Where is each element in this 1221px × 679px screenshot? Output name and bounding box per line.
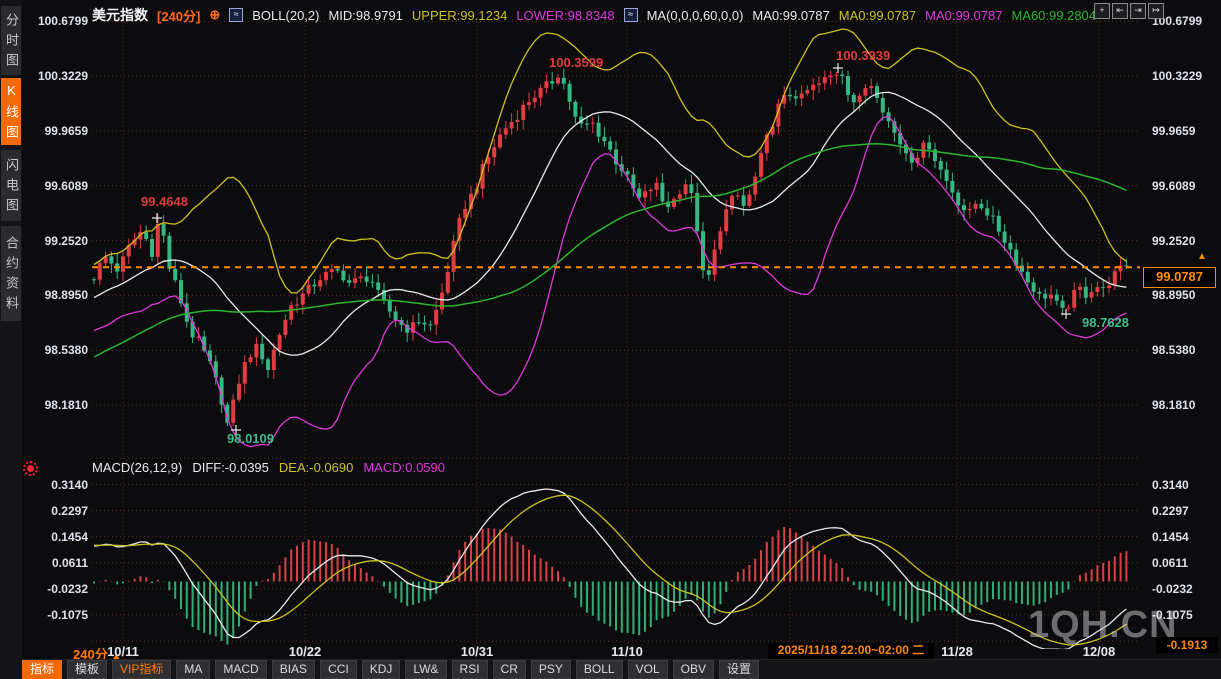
chart-window-buttons: + ⇤ ⇥ ↦ <box>1094 3 1164 19</box>
toolbar-ma-button[interactable]: MA <box>176 660 210 679</box>
price-axis-label: 98.5380 <box>26 343 88 357</box>
x-axis-date: 10/11 <box>98 644 148 659</box>
shift-right-icon[interactable]: ↦ <box>1148 3 1164 19</box>
macd-axis-label: 0.1454 <box>1152 530 1218 544</box>
macd-axis-label: -0.0232 <box>1152 582 1218 596</box>
price-axis-label: 99.2520 <box>26 234 88 248</box>
price-axis-label: 99.6089 <box>26 179 88 193</box>
boll-indicator-icon[interactable]: ≈ <box>229 8 243 22</box>
toolbar-lw-button[interactable]: LW& <box>405 660 446 679</box>
price-axis-label: 98.5380 <box>1152 343 1218 357</box>
price-axis-label: 98.1810 <box>1152 398 1218 412</box>
toolbar-bias-button[interactable]: BIAS <box>272 660 315 679</box>
toolbar-cci-button[interactable]: CCI <box>320 660 357 679</box>
sidebar-tab-kline-chart[interactable]: K线图 <box>1 78 21 145</box>
toolbar-rsi-button[interactable]: RSI <box>452 660 488 679</box>
price-axis-label: 100.6799 <box>26 14 88 28</box>
price-axis-label: 98.1810 <box>26 398 88 412</box>
macd-dea-value: DEA:-0.0690 <box>279 460 353 475</box>
ma0-magenta-value: MA0:99.0787 <box>925 8 1002 23</box>
price-axis-label: 99.9659 <box>26 124 88 138</box>
ma0-white-value: MA0:99.0787 <box>752 8 829 23</box>
price-axis-label: 99.6089 <box>1152 179 1218 193</box>
indicator-marker-icon <box>23 461 38 476</box>
price-axis-label: 99.2520 <box>1152 234 1218 248</box>
macd-diff-value: DIFF:-0.0395 <box>192 460 269 475</box>
toolbar-template-button[interactable]: 模板 <box>67 660 107 679</box>
toolbar-cr-button[interactable]: CR <box>493 660 526 679</box>
candlestick-chart[interactable] <box>0 0 1221 679</box>
macd-axis-label: 0.1454 <box>26 530 88 544</box>
sidebar-tab-time-chart[interactable]: 分时图 <box>1 6 21 75</box>
high-annotation: 100.3939 <box>836 48 890 63</box>
ma-indicator-icon[interactable]: ≈ <box>624 8 638 22</box>
macd-axis-label: 0.3140 <box>1152 478 1218 492</box>
x-axis-date: 12/08 <box>1074 644 1124 659</box>
boll-upper-value: UPPER:99.1234 <box>412 8 507 23</box>
x-axis-date: 11/28 <box>932 644 982 659</box>
x-axis-date: 11/10 <box>602 644 652 659</box>
indicator-toolbar: 指标 模板 VIP指标 MA MACD BIAS CCI KDJ LW& RSI… <box>22 659 1221 679</box>
macd-axis-label: 0.0611 <box>1152 556 1218 570</box>
sidebar-tab-contract-info[interactable]: 合约资料 <box>1 226 21 321</box>
macd-macd-value: MACD:0.0590 <box>363 460 445 475</box>
toolbar-kdj-button[interactable]: KDJ <box>362 660 401 679</box>
sidebar: 分时图 K线图 闪电图 合约资料 <box>0 0 22 679</box>
macd-axis-label: 0.0611 <box>26 556 88 570</box>
toolbar-boll-button[interactable]: BOLL <box>576 660 623 679</box>
sidebar-tab-lightning-chart[interactable]: 闪电图 <box>1 150 21 221</box>
high-annotation: 100.3599 <box>549 55 603 70</box>
ma-label: MA(0,0,0,60,0,0) <box>647 8 744 23</box>
last-price-tag: 99.0787 <box>1143 267 1216 288</box>
toolbar-indicators-button[interactable]: 指标 <box>22 660 62 679</box>
period-badge[interactable]: [240分] <box>157 6 200 25</box>
macd-axis-label: 0.2297 <box>26 504 88 518</box>
x-axis-date: 10/22 <box>280 644 330 659</box>
macd-cursor-value: -0.1913 <box>1156 637 1218 653</box>
low-annotation: 98.7628 <box>1082 315 1129 330</box>
trading-app-window: 1QH.CN 分时图 K线图 闪电图 合约资料 美元指数 [240分] ⊕ ≈ … <box>0 0 1221 679</box>
macd-title: MACD(26,12,9) <box>92 460 182 475</box>
price-axis-label: 98.8950 <box>1152 288 1218 302</box>
macd-axis-label: 0.3140 <box>26 478 88 492</box>
move-icon[interactable]: + <box>1094 3 1110 19</box>
high-annotation: 99.4648 <box>141 194 188 209</box>
price-axis-label: 99.9659 <box>1152 124 1218 138</box>
ma60-value: MA60:99.2804 <box>1011 8 1096 23</box>
boll-label: BOLL(20,2) <box>252 8 319 23</box>
attach-icon[interactable]: ⊕ <box>209 7 220 23</box>
toolbar-macd-button[interactable]: MACD <box>215 660 266 679</box>
low-annotation: 98.0109 <box>227 431 274 446</box>
compress-x-icon[interactable]: ⇤ <box>1112 3 1128 19</box>
price-axis-label: 98.8950 <box>26 288 88 302</box>
toolbar-vip-indicators-button[interactable]: VIP指标 <box>112 660 171 679</box>
price-axis-label: 100.3229 <box>1152 69 1218 83</box>
symbol-name: 美元指数 <box>92 5 148 25</box>
boll-mid-value: MID:98.9791 <box>328 8 402 23</box>
expand-x-icon[interactable]: ⇥ <box>1130 3 1146 19</box>
macd-axis-label: -0.1075 <box>26 608 88 622</box>
x-axis-date: 10/31 <box>452 644 502 659</box>
cursor-date-readout: 2025/11/18 22:00~02:00 二 <box>768 643 934 660</box>
toolbar-settings-button[interactable]: 设置 <box>719 660 759 679</box>
macd-axis-label: -0.0232 <box>26 582 88 596</box>
ma0-yellow-value: MA0:99.0787 <box>839 8 916 23</box>
indicator-header: 美元指数 [240分] ⊕ ≈ BOLL(20,2) MID:98.9791 U… <box>92 5 1096 25</box>
macd-axis-label: 0.2297 <box>1152 504 1218 518</box>
toolbar-vol-button[interactable]: VOL <box>628 660 668 679</box>
last-price-arrow-icon: ▲ <box>1197 251 1207 262</box>
macd-header: MACD(26,12,9) DIFF:-0.0395 DEA:-0.0690 M… <box>92 460 445 475</box>
toolbar-psy-button[interactable]: PSY <box>531 660 571 679</box>
macd-axis-label: -0.1075 <box>1152 608 1218 622</box>
toolbar-obv-button[interactable]: OBV <box>673 660 714 679</box>
boll-lower-value: LOWER:98.8348 <box>516 8 614 23</box>
price-axis-label: 100.3229 <box>26 69 88 83</box>
